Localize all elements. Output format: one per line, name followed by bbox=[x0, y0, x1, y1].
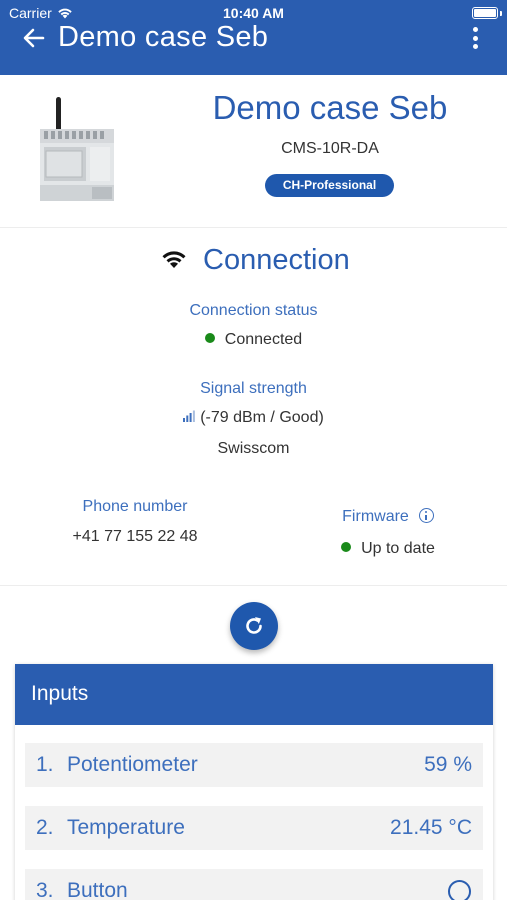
wifi-icon bbox=[162, 251, 186, 268]
firmware-label-text: Firmware bbox=[342, 508, 409, 525]
refresh-button[interactable] bbox=[230, 602, 278, 650]
inputs-card: Inputs 1. Potentiometer 59 % 2. Temperat… bbox=[15, 664, 493, 900]
plan-badge: CH-Professional bbox=[265, 174, 394, 197]
firmware-status-text: Up to date bbox=[361, 540, 435, 557]
signal-strength-text: (-79 dBm / Good) bbox=[200, 409, 324, 426]
device-summary: Demo case Seb CMS-10R-DA CH-Professional bbox=[0, 75, 507, 228]
battery-tip bbox=[500, 11, 502, 16]
connection-title: Connection bbox=[203, 244, 350, 276]
status-time: 10:40 AM bbox=[223, 5, 284, 21]
connection-status-text: Connected bbox=[224, 331, 303, 348]
header-title: Demo case Seb bbox=[58, 21, 269, 53]
network-provider: Swisscom bbox=[217, 440, 290, 457]
input-name: Potentiometer bbox=[67, 753, 198, 776]
signal-strength-label: Signal strength bbox=[200, 380, 307, 397]
section-divider bbox=[0, 585, 507, 586]
phone-number-label: Phone number bbox=[82, 498, 188, 515]
input-row-temperature[interactable]: 2. Temperature 21.45 °C bbox=[25, 806, 483, 850]
back-arrow-icon[interactable] bbox=[22, 26, 46, 50]
device-image bbox=[40, 97, 114, 201]
button-state-circle-icon bbox=[448, 880, 471, 900]
status-dot-icon bbox=[204, 333, 215, 343]
connection-status-label: Connection status bbox=[189, 302, 318, 319]
firmware-label: Firmware bbox=[308, 508, 468, 526]
battery-icon bbox=[472, 7, 498, 19]
firmware-value: Up to date bbox=[308, 540, 468, 558]
input-row-button[interactable]: 3. Button bbox=[25, 869, 483, 900]
firmware-status-dot-icon bbox=[341, 542, 352, 552]
input-number: 2. bbox=[36, 816, 54, 839]
refresh-icon bbox=[246, 617, 262, 634]
device-name: Demo case Seb bbox=[212, 89, 448, 126]
input-value: 59 % bbox=[424, 753, 472, 776]
input-name: Button bbox=[67, 879, 128, 900]
phone-number-value: +41 77 155 22 48 bbox=[72, 528, 198, 545]
input-name: Temperature bbox=[67, 816, 185, 839]
input-row-potentiometer[interactable]: 1. Potentiometer 59 % bbox=[25, 743, 483, 787]
connection-status-value: Connected bbox=[0, 331, 507, 349]
input-number: 3. bbox=[36, 879, 54, 900]
more-menu-icon[interactable] bbox=[471, 27, 479, 49]
inputs-header: Inputs bbox=[15, 664, 493, 725]
signal-bars-icon bbox=[183, 410, 196, 422]
input-number: 1. bbox=[36, 753, 54, 776]
device-model: CMS-10R-DA bbox=[281, 140, 379, 157]
signal-strength-value: (-79 dBm / Good) bbox=[0, 409, 507, 427]
input-value: 21.45 °C bbox=[390, 816, 472, 839]
connection-header: Connection bbox=[0, 244, 507, 280]
info-icon[interactable] bbox=[418, 508, 434, 523]
app-header: Carrier 10:40 AM Demo case Seb bbox=[0, 0, 507, 75]
